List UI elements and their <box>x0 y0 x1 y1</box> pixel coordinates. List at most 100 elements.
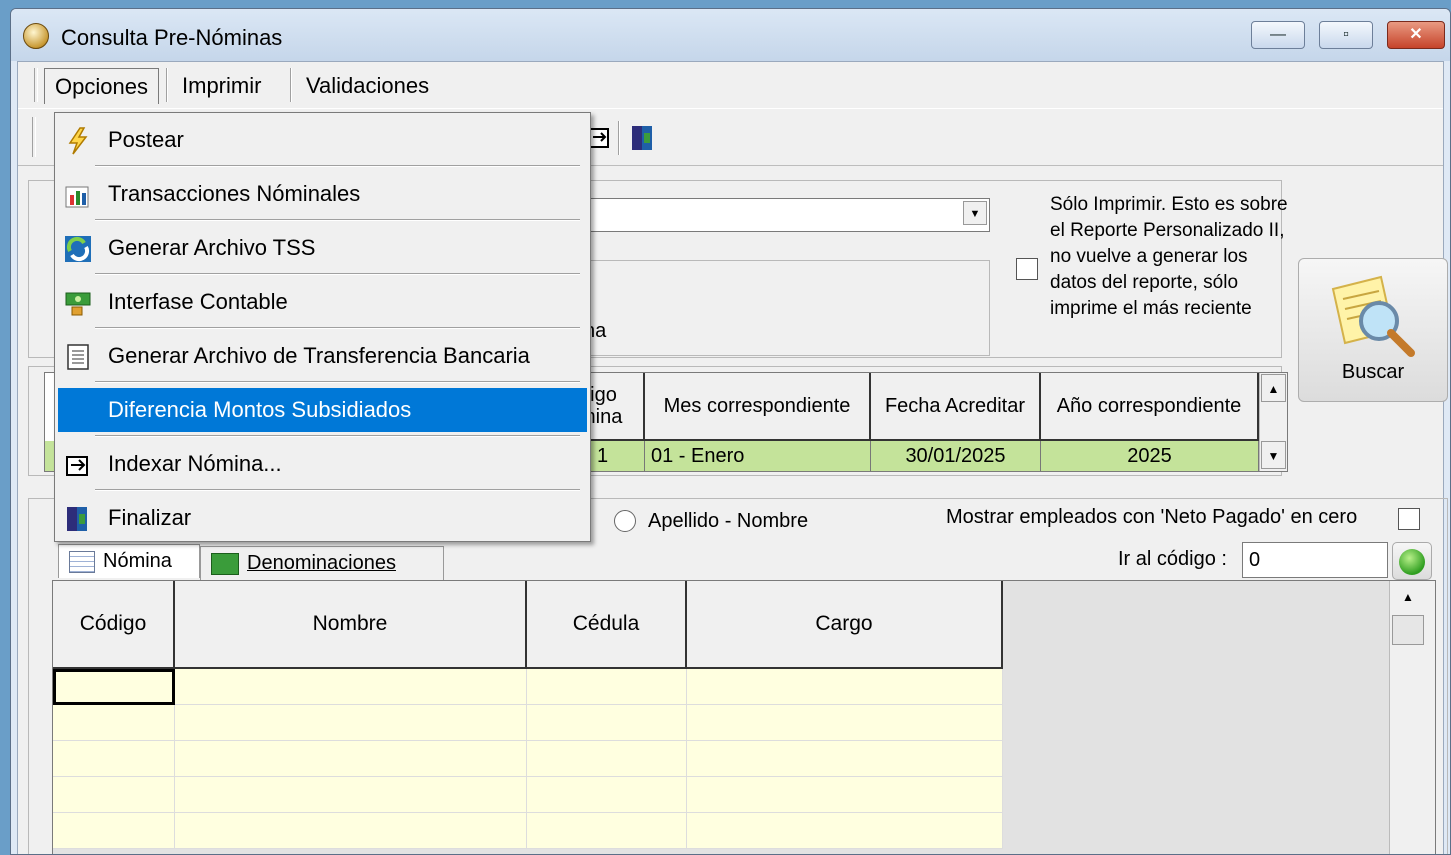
grid-cell[interactable] <box>175 813 527 849</box>
tab-label: Nómina <box>103 550 172 572</box>
grid-cell[interactable] <box>53 705 175 741</box>
chevron-down-icon[interactable]: ▼ <box>963 201 987 225</box>
grid-cell[interactable] <box>53 741 175 777</box>
employees-grid[interactable]: Código Nombre Cédula Cargo ▲ <box>52 580 1436 854</box>
cell-codigo: 1 <box>595 441 645 471</box>
ir-codigo-label: Ir al código : <box>1118 548 1227 570</box>
column-header-mes[interactable]: Mes correspondiente <box>645 373 871 441</box>
grid-cell[interactable] <box>53 813 175 849</box>
grid-cell[interactable] <box>527 813 687 849</box>
apellido-nombre-label: Apellido - Nombre <box>648 510 809 532</box>
tab-label: Denominaciones <box>247 552 396 574</box>
minimize-button[interactable]: — <box>1251 21 1305 49</box>
menu-imprimir[interactable]: Imprimir <box>172 68 271 104</box>
column-header-cedula[interactable]: Cédula <box>527 581 687 669</box>
grid-cell[interactable] <box>527 741 687 777</box>
window-title: Consulta Pre-Nóminas <box>61 25 283 50</box>
menu-separator <box>166 68 168 102</box>
grid-cell[interactable] <box>527 705 687 741</box>
menu-item-label: Transacciones Nóminales <box>108 181 361 206</box>
scroll-down-icon[interactable]: ▼ <box>1261 441 1286 469</box>
maximize-icon: ▫ <box>1343 26 1349 43</box>
menu-opciones[interactable]: Opciones <box>44 68 159 104</box>
grid-cell[interactable] <box>53 777 175 813</box>
apellido-nombre-radio[interactable] <box>614 510 636 532</box>
menu-item-label: Finalizar <box>108 505 192 530</box>
grid-cell[interactable] <box>175 777 527 813</box>
tab-nomina[interactable]: Nómina <box>58 544 200 578</box>
index-toolbar-icon[interactable] <box>588 125 612 151</box>
grid-icon <box>69 550 95 573</box>
grid-cell[interactable] <box>687 705 1003 741</box>
exit-door-icon <box>64 504 92 532</box>
column-header-codigo[interactable]: Código <box>53 581 175 669</box>
money-icon <box>211 552 239 575</box>
nomina-grid-scrollbar[interactable]: ▲ ▼ <box>1259 373 1287 471</box>
toolbar-grip <box>32 117 36 157</box>
exit-door-toolbar-icon[interactable] <box>628 123 658 153</box>
maximize-button[interactable]: ▫ <box>1319 21 1373 49</box>
scroll-thumb[interactable] <box>1392 615 1424 645</box>
mostrar-neto-cero-label: Mostrar empleados con 'Neto Pagado' en c… <box>946 506 1358 528</box>
solo-imprimir-note: Sólo Imprimir. Esto es sobre el Reporte … <box>1050 194 1288 319</box>
grid-cell[interactable] <box>175 705 527 741</box>
app-window: Consulta Pre-Nóminas — ▫ ✕ Opciones Impr… <box>10 8 1451 855</box>
opciones-dropdown-menu: Postear Transacciones Nóminales Generar … <box>54 112 591 542</box>
buscar-button[interactable]: Buscar <box>1298 258 1448 402</box>
menu-item-label: Indexar Nómina... <box>108 451 282 476</box>
nomina-type-select[interactable]: ▼ <box>558 198 990 232</box>
index-icon <box>64 450 92 478</box>
grid-cell[interactable] <box>687 741 1003 777</box>
title-bar[interactable]: Consulta Pre-Nóminas — ▫ ✕ <box>11 9 1450 61</box>
menu-item-label: Generar Archivo TSS <box>108 235 316 260</box>
mostrar-neto-cero-checkbox[interactable] <box>1398 508 1420 530</box>
solo-imprimir-checkbox[interactable] <box>1016 258 1038 280</box>
ir-codigo-button[interactable] <box>1392 542 1432 580</box>
menu-item-transacciones[interactable]: Transacciones Nóminales <box>58 172 587 216</box>
menu-separator <box>290 68 292 102</box>
column-header-cargo[interactable]: Cargo <box>687 581 1003 669</box>
money-icon <box>64 288 92 316</box>
current-cell[interactable] <box>53 669 175 705</box>
employees-grid-scrollbar[interactable]: ▲ <box>1389 581 1435 854</box>
grid-cell[interactable] <box>175 741 527 777</box>
cell-anio: 2025 <box>1041 441 1259 471</box>
menu-item-generar-tss[interactable]: Generar Archivo TSS <box>58 226 587 270</box>
grid-cell[interactable] <box>527 777 687 813</box>
grid-cell[interactable] <box>175 669 527 705</box>
menu-bar: Opciones Imprimir Validaciones <box>18 62 1443 108</box>
grid-cell[interactable] <box>687 669 1003 705</box>
document-icon <box>64 342 92 370</box>
column-header-nombre[interactable]: Nombre <box>175 581 527 669</box>
grid-cell[interactable] <box>527 669 687 705</box>
refresh-icon <box>64 234 92 262</box>
close-icon: ✕ <box>1409 26 1423 43</box>
inner-groupbox <box>558 260 990 356</box>
ir-codigo-input[interactable] <box>1242 542 1388 578</box>
scroll-up-icon[interactable]: ▲ <box>1261 374 1286 402</box>
menu-item-interfase-contable[interactable]: Interfase Contable <box>58 280 587 324</box>
menu-item-indexar-nomina[interactable]: Indexar Nómina... <box>58 442 587 486</box>
magnifier-icon <box>1323 269 1419 359</box>
go-check-icon <box>1399 549 1425 575</box>
menu-item-finalizar[interactable]: Finalizar <box>58 496 587 540</box>
minimize-icon: — <box>1270 26 1286 43</box>
menu-separator <box>95 219 580 221</box>
menu-item-diferencia-montos[interactable]: Diferencia Montos Subsidiados <box>58 388 587 432</box>
buscar-label: Buscar <box>1341 361 1405 383</box>
grid-cell[interactable] <box>687 777 1003 813</box>
grid-cell[interactable] <box>687 813 1003 849</box>
menu-validaciones[interactable]: Validaciones <box>296 68 439 104</box>
menu-separator <box>95 435 580 437</box>
close-button[interactable]: ✕ <box>1387 21 1445 49</box>
menu-item-postear[interactable]: Postear <box>58 118 587 162</box>
tab-denominaciones[interactable]: Denominaciones <box>200 546 444 580</box>
scroll-up-icon[interactable]: ▲ <box>1392 583 1424 611</box>
chart-icon <box>64 180 92 208</box>
menu-separator <box>95 327 580 329</box>
menu-item-transferencia-bancaria[interactable]: Generar Archivo de Transferencia Bancari… <box>58 334 587 378</box>
menu-separator <box>95 273 580 275</box>
column-header-fecha[interactable]: Fecha Acreditar <box>871 373 1041 441</box>
column-header-anio[interactable]: Año correspondiente <box>1041 373 1259 441</box>
menu-item-label: Postear <box>108 127 184 152</box>
